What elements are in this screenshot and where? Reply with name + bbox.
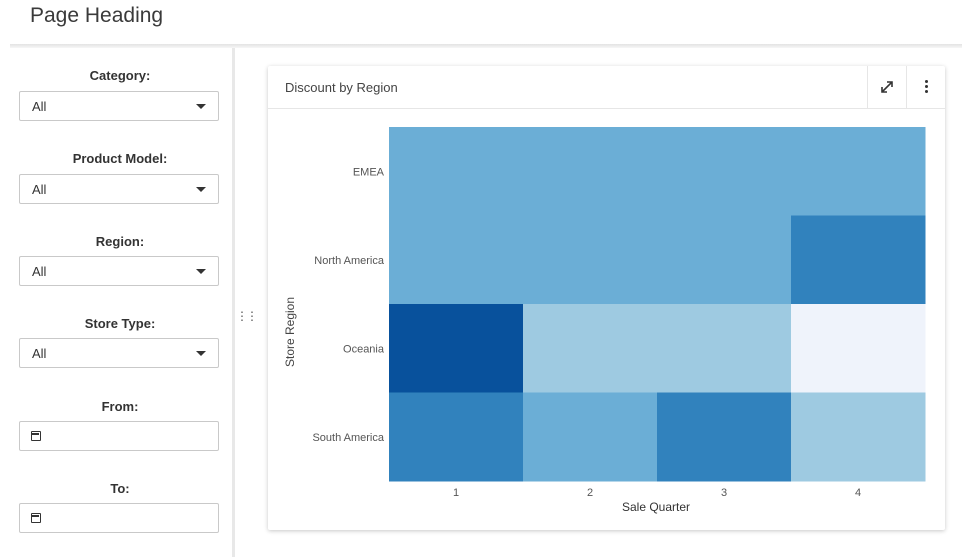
region-select[interactable]: All bbox=[19, 256, 219, 286]
chevron-down-icon bbox=[196, 187, 206, 192]
sidebar-splitter[interactable] bbox=[232, 48, 235, 557]
category-value: All bbox=[32, 99, 47, 114]
to-label: To: bbox=[110, 481, 130, 496]
page-title: Page Heading bbox=[30, 4, 164, 27]
to-date-input[interactable] bbox=[19, 503, 219, 533]
product-model-select[interactable]: All bbox=[19, 174, 219, 204]
x-axis-title: Sale Quarter bbox=[622, 500, 690, 514]
region-value: All bbox=[32, 264, 47, 279]
heatmap-cell bbox=[791, 215, 926, 305]
heatmap-cell bbox=[657, 127, 792, 216]
heatmap-cell bbox=[523, 127, 658, 216]
product-model-label: Product Model: bbox=[72, 151, 168, 166]
card-title: Discount by Region bbox=[285, 80, 398, 95]
heatmap-cell bbox=[523, 215, 658, 305]
heatmap-cell bbox=[389, 215, 524, 305]
y-tick-label: Oceania bbox=[343, 343, 385, 355]
heatmap-cell bbox=[791, 127, 926, 216]
heatmap-cell bbox=[657, 215, 792, 305]
chevron-down-icon bbox=[196, 351, 206, 356]
product-model-value: All bbox=[32, 182, 47, 197]
drag-handle-icon[interactable]: ⋮⋮ bbox=[236, 310, 258, 322]
filter-sidebar: Category: All Product Model: All Region:… bbox=[0, 48, 232, 557]
x-tick-label: 3 bbox=[721, 487, 727, 499]
y-tick-label: North America bbox=[314, 255, 385, 267]
heatmap-cell bbox=[523, 392, 658, 482]
more-vertical-icon bbox=[925, 80, 928, 95]
x-tick-label: 2 bbox=[587, 487, 593, 499]
x-tick-label: 1 bbox=[453, 487, 459, 499]
heatmap-cell bbox=[389, 392, 524, 482]
heatmap-cell bbox=[389, 304, 524, 393]
expand-icon bbox=[881, 81, 893, 93]
x-tick-label: 4 bbox=[855, 487, 861, 499]
category-select[interactable]: All bbox=[19, 91, 219, 121]
heatmap-cell bbox=[791, 392, 926, 482]
store-type-value: All bbox=[32, 346, 47, 361]
y-tick-label: EMEA bbox=[353, 166, 385, 178]
card-header: Discount by Region bbox=[268, 66, 945, 109]
heatmap-cell bbox=[523, 304, 658, 393]
more-options-button[interactable] bbox=[906, 66, 945, 108]
y-axis-title: Store Region bbox=[283, 297, 297, 367]
chevron-down-icon bbox=[196, 104, 206, 109]
heatmap-cell bbox=[791, 304, 926, 393]
calendar-icon[interactable] bbox=[31, 513, 41, 523]
heatmap-cell bbox=[657, 304, 792, 393]
heatmap-cell bbox=[389, 127, 524, 216]
from-date-input[interactable] bbox=[19, 421, 219, 451]
region-label: Region: bbox=[95, 234, 145, 249]
heatmap-cell bbox=[657, 392, 792, 482]
heatmap-chart: EMEA North America Oceania South America 1 2… bbox=[283, 127, 926, 514]
chart-card: Discount by Region EMEA North America Ocea… bbox=[268, 66, 945, 530]
store-type-label: Store Type: bbox=[84, 316, 156, 331]
expand-button[interactable] bbox=[867, 66, 906, 108]
from-label: From: bbox=[101, 399, 139, 414]
category-label: Category: bbox=[89, 68, 151, 83]
calendar-icon[interactable] bbox=[31, 431, 41, 441]
chevron-down-icon bbox=[196, 269, 206, 274]
store-type-select[interactable]: All bbox=[19, 338, 219, 368]
y-tick-label: South America bbox=[312, 432, 384, 444]
